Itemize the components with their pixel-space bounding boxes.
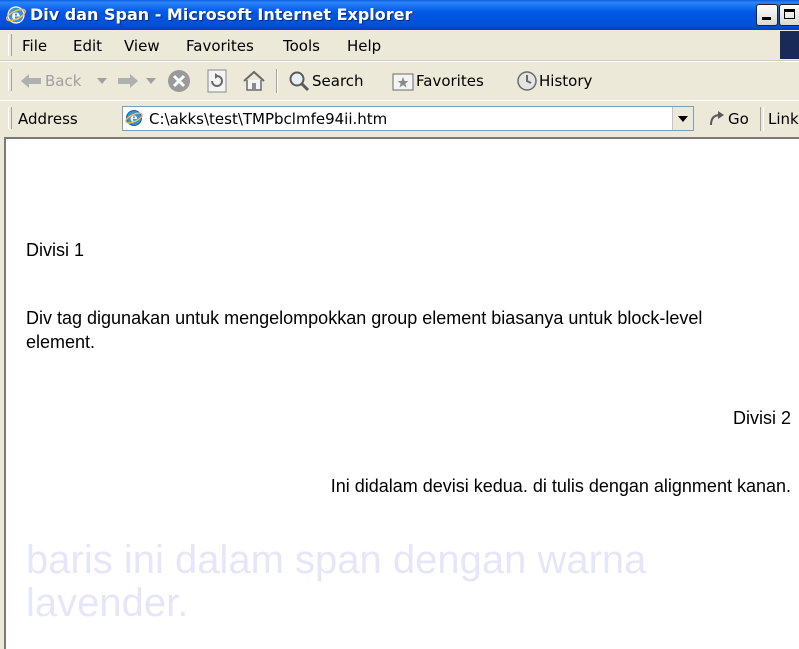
back-arrow-icon[interactable] <box>20 73 42 89</box>
address-bar: Address e C:\akks\test\TMPbclmfe94ii.htm… <box>0 100 799 137</box>
favorites-button[interactable]: Favorites <box>416 72 484 90</box>
toolbar-separator <box>760 107 764 131</box>
maximize-button[interactable] <box>779 4 799 26</box>
address-input[interactable]: e C:\akks\test\TMPbclmfe94ii.htm <box>122 106 694 131</box>
address-dropdown-button[interactable] <box>672 107 693 130</box>
back-button[interactable]: Back <box>45 72 81 90</box>
address-value: C:\akks\test\TMPbclmfe94ii.htm <box>149 110 388 128</box>
page-viewport[interactable]: Divisi 1 Div tag digunakan untuk mengelo… <box>4 137 799 649</box>
divisi-1-text: Div tag digunakan untuk mengelompokkan g… <box>26 308 703 352</box>
forward-arrow-icon[interactable] <box>117 73 139 89</box>
lavender-span-text: baris ini dalam span dengan warna lavend… <box>26 538 647 625</box>
favorites-icon[interactable] <box>392 71 414 91</box>
search-button[interactable]: Search <box>312 72 364 90</box>
window-title: Div dan Span - Microsoft Internet Explor… <box>30 5 413 24</box>
search-icon[interactable] <box>288 70 310 92</box>
divisi-2-label: Divisi 2 <box>732 408 791 428</box>
internet-explorer-icon: e <box>6 6 26 24</box>
menu-file[interactable]: File <box>22 37 47 55</box>
page-icon: e <box>125 110 143 126</box>
back-dropdown-icon[interactable] <box>97 78 107 84</box>
menu-bar: File Edit View Favorites Tools Help <box>0 30 799 61</box>
divisi-1-label: Divisi 1 <box>26 240 85 260</box>
history-icon[interactable] <box>516 70 538 92</box>
address-label: Address <box>18 110 78 128</box>
menu-help[interactable]: Help <box>347 37 381 55</box>
title-bar[interactable]: e Div dan Span - Microsoft Internet Expl… <box>0 0 799 30</box>
links-button[interactable]: Links <box>768 110 799 128</box>
stop-icon[interactable] <box>167 69 191 93</box>
windows-logo-icon <box>780 31 799 59</box>
menu-edit[interactable]: Edit <box>73 37 102 55</box>
refresh-icon[interactable] <box>206 69 228 93</box>
minimize-button[interactable] <box>756 4 778 26</box>
menu-tools[interactable]: Tools <box>283 37 320 55</box>
home-icon[interactable] <box>242 69 266 93</box>
toolbar-grip[interactable] <box>8 107 12 129</box>
menu-favorites[interactable]: Favorites <box>186 37 254 55</box>
navigation-toolbar: Back Search Favorites History <box>0 61 799 101</box>
divisi-2-text: Ini didalam devisi kedua. di tulis denga… <box>330 476 791 496</box>
go-arrow-icon[interactable] <box>707 109 727 129</box>
history-button[interactable]: History <box>539 72 592 90</box>
toolbar-grip[interactable] <box>8 69 12 91</box>
toolbar-separator <box>276 69 278 93</box>
go-button[interactable]: Go <box>728 110 749 128</box>
menu-view[interactable]: View <box>124 37 160 55</box>
forward-dropdown-icon[interactable] <box>146 78 156 84</box>
toolbar-grip[interactable] <box>8 34 12 56</box>
